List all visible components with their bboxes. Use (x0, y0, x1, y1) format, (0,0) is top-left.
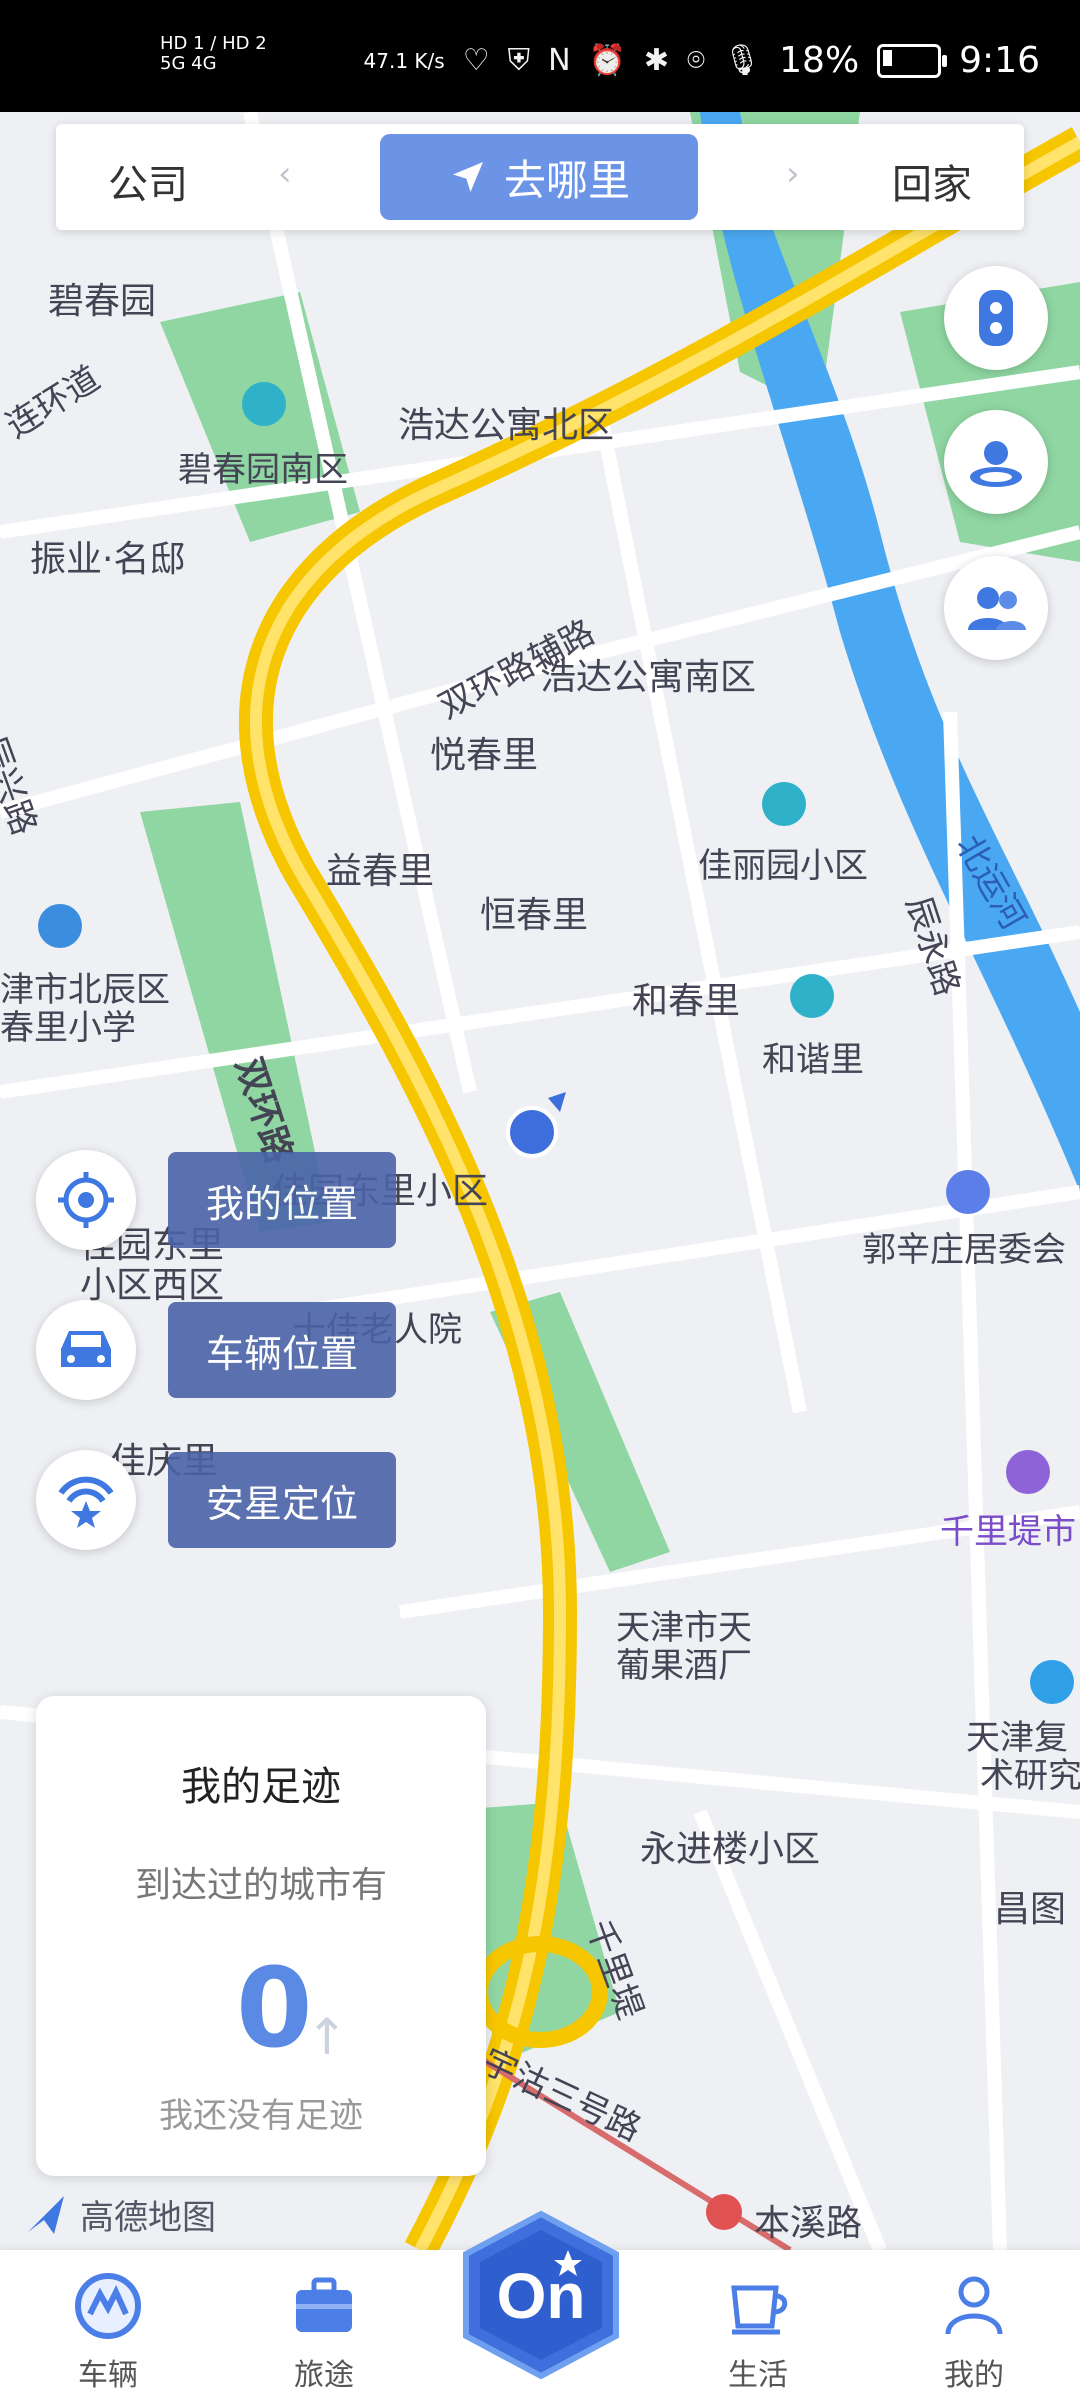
footprint-hint: 我还没有足迹 (159, 2096, 363, 2136)
my-location-button[interactable] (36, 1150, 136, 1250)
map-label: 和春里 (632, 981, 741, 1022)
car-icon (61, 1331, 111, 1367)
crosshair-icon (58, 1172, 114, 1228)
suitcase-icon (296, 2277, 352, 2332)
map-label: 浩达公寓北区 (398, 405, 615, 446)
metro-icon (706, 2194, 742, 2230)
chevron-right-icon: › (786, 154, 800, 194)
footprint-card[interactable]: 我的足迹 到达过的城市有 0 ↑ 我还没有足迹 (36, 1696, 486, 2176)
shield-icon: ⛨ (507, 43, 531, 78)
tab-mine[interactable]: 我的 (904, 2270, 1044, 2394)
city-count: 0 (236, 1944, 313, 2072)
group-users-icon (968, 587, 1026, 630)
poi-pin (242, 382, 286, 426)
clock: 9:16 (959, 40, 1040, 81)
battery-icon (877, 43, 948, 78)
mic-icon: 🎙 (723, 43, 762, 78)
traffic-light-icon (979, 290, 1013, 346)
arrow-up-icon: ↑ (306, 2008, 348, 2066)
vehicle-location-tag[interactable]: 车辆位置 (168, 1302, 397, 1398)
user-locate-button[interactable] (944, 410, 1048, 514)
map-label: 春里小学 (0, 1008, 136, 1048)
map-label: 永进楼小区 (640, 1829, 821, 1870)
network-type: 5G 4G (160, 53, 217, 74)
nfc-icon: N (548, 43, 571, 78)
tab-label: 旅途 (294, 2358, 354, 2393)
map-label: 昌图 (994, 1889, 1067, 1930)
my-location-tag[interactable]: 我的位置 (168, 1152, 397, 1248)
company-shortcut[interactable]: 公司 (108, 152, 188, 210)
map-label: 术研究 (980, 1756, 1080, 1796)
map-label: 益春里 (326, 851, 435, 892)
footprint-title: 我的足迹 (181, 1764, 341, 1810)
poi-pin (790, 974, 834, 1018)
poi-pin (1006, 1450, 1050, 1494)
map-attribution: 高德地图 (24, 2190, 216, 2239)
tab-life[interactable]: 生活 (688, 2270, 828, 2394)
vehicle-icon (75, 2273, 141, 2339)
map-label: 葡果酒厂 (616, 1646, 752, 1686)
on-logo: On (463, 2210, 619, 2380)
where-to-label: 去哪里 (503, 155, 630, 205)
anstar-locate-tag[interactable]: 安星定位 (168, 1452, 397, 1548)
status-right: 47.1 K/s ♡ ⛨ N ⏰ ✱ ⌾ 🎙 18% 9:16 (364, 40, 1040, 81)
vehicle-location-button[interactable] (36, 1300, 136, 1400)
bluetooth-icon: ✱ (643, 43, 670, 78)
attribution-text: 高德地图 (80, 2198, 216, 2238)
cup-icon (731, 2285, 788, 2335)
tab-vehicle[interactable]: 车辆 (38, 2270, 178, 2394)
heading-arrow (548, 1092, 566, 1112)
amap-logo-icon (28, 2195, 64, 2234)
health-icon: ♡ (462, 43, 490, 78)
signal-star-icon (58, 1476, 114, 1528)
destination-bar: 公司 ‹ 去哪里 › 回家 (56, 124, 1024, 230)
map-label: 和谐里 (762, 1040, 864, 1080)
where-to-button[interactable]: 去哪里 (380, 134, 698, 220)
poi-pin (1030, 1660, 1074, 1704)
map-label: 小区西区 (80, 1265, 225, 1306)
person-icon (945, 2276, 1003, 2335)
map-label: 碧春园 (48, 281, 157, 322)
location-icon: ⌾ (687, 43, 706, 78)
on-center-button[interactable]: On (460, 2210, 622, 2380)
home-shortcut[interactable]: 回家 (892, 152, 972, 210)
map-label: 振业·名邸 (30, 539, 186, 580)
tab-label: 生活 (728, 2358, 788, 2393)
tab-trip[interactable]: 旅途 (254, 2270, 394, 2394)
poi-pin (946, 1170, 990, 1214)
poi-pin (762, 782, 806, 826)
poi-pin (38, 904, 82, 948)
map-label: 佳丽园小区 (698, 846, 868, 886)
map-label: 恒春里 (480, 895, 589, 936)
current-location-marker (506, 1106, 558, 1158)
anstar-locate-button[interactable] (36, 1450, 136, 1550)
net-speed: 47.1 K/s (363, 48, 445, 73)
map-label: 千里堤市 (940, 1512, 1076, 1552)
user-pin-icon (970, 441, 1022, 487)
traffic-light-button[interactable] (944, 266, 1048, 370)
map-label: 碧春园南区 (178, 450, 348, 490)
sim-labels: HD 1 / HD 2 (160, 33, 267, 54)
navigate-arrow-icon (452, 162, 483, 192)
sim-indicator: HD 1 / HD 2 5G 4G (160, 34, 267, 74)
tab-label: 车辆 (78, 2358, 138, 2393)
tab-label: 我的 (944, 2358, 1004, 2393)
alarm-icon: ⏰ (588, 43, 626, 78)
group-button[interactable] (944, 556, 1048, 660)
status-bar: HD 1 / HD 2 5G 4G 47.1 K/s ♡ ⛨ N ⏰ ✱ ⌾ 🎙… (0, 0, 1080, 112)
map-label: 郭辛庄居委会 (862, 1230, 1066, 1270)
chevron-left-icon: ‹ (278, 154, 292, 194)
map-label: 浩达公寓南区 (540, 657, 757, 698)
map-label: 悦春里 (430, 735, 539, 776)
footprint-subtitle: 到达过的城市有 (134, 1865, 387, 1906)
map-label: 本溪路 (754, 2203, 863, 2244)
battery-percent: 18% (779, 40, 860, 81)
